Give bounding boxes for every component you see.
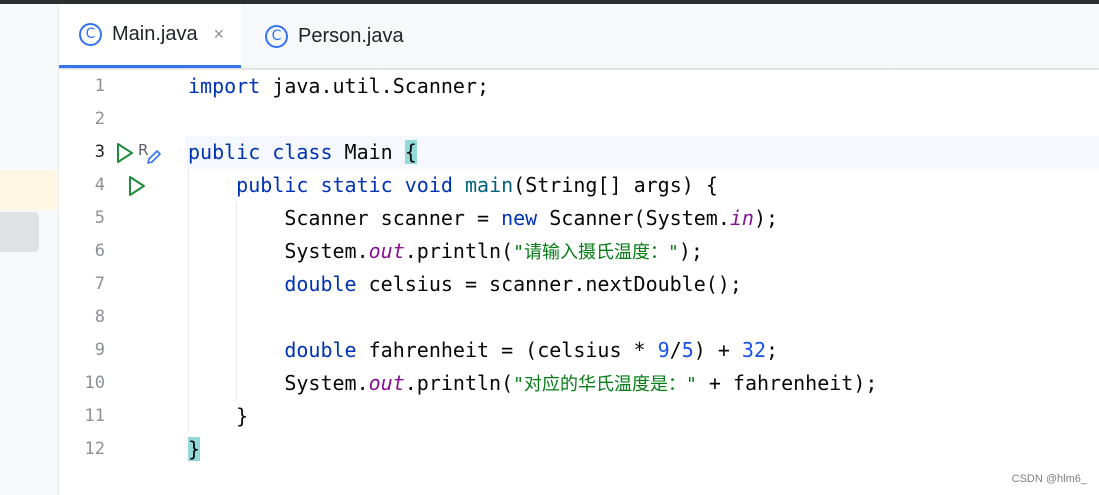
code-token: class <box>272 140 333 164</box>
code-token: / <box>669 338 682 362</box>
code-token: double <box>284 272 357 296</box>
code-line: public class Main { <box>188 136 417 169</box>
line-number: 11 <box>84 406 105 426</box>
code-token: .println( <box>404 239 514 263</box>
tab-main-java[interactable]: C Main.java × <box>59 4 241 68</box>
tab-person-java[interactable]: C Person.java <box>249 4 429 68</box>
code-token: public <box>236 173 309 197</box>
close-tab-icon[interactable]: × <box>214 24 225 45</box>
line-number: 6 <box>94 241 105 261</box>
tab-label: Person.java <box>298 24 404 47</box>
code-token: fahrenheit = (celsius * <box>356 338 658 362</box>
matched-brace: { <box>404 140 417 164</box>
code-token: java.util.Scanner; <box>260 74 490 98</box>
class-icon: C <box>265 24 288 48</box>
code-line: public static void main(String[] args) { <box>188 169 718 202</box>
line-number: 3 <box>94 142 105 162</box>
code-line: double celsius = scanner.nextDouble(); <box>188 268 742 301</box>
code-token: ); <box>753 206 779 230</box>
class-icon: C <box>79 23 102 46</box>
editor-gutter[interactable]: 1 2 3 4 5 6 7 8 9 10 11 12 R <box>59 70 185 495</box>
line-number: 5 <box>94 208 105 228</box>
line-number: 4 <box>94 175 105 195</box>
code-token: public <box>188 140 261 164</box>
code-line: System.out.println("请输入摄氏温度："); <box>188 235 703 268</box>
code-token: import <box>188 74 261 98</box>
edit-icon[interactable] <box>145 148 163 166</box>
code-token: "请输入摄氏温度：" <box>513 242 679 263</box>
code-token: out <box>368 371 405 395</box>
code-token: new <box>501 206 538 230</box>
line-number: 10 <box>84 373 105 393</box>
code-token: System. <box>188 371 369 395</box>
code-token: Scanner scanner = <box>188 206 502 230</box>
code-line: } <box>188 433 201 466</box>
code-token: out <box>368 239 405 263</box>
code-token: 9 <box>657 338 670 362</box>
code-token: } <box>188 404 249 428</box>
code-token: celsius = scanner.nextDouble(); <box>356 272 742 296</box>
code-token: Scanner(System. <box>537 206 730 230</box>
project-tool-window-strip <box>0 4 59 495</box>
code-token: + fahrenheit); <box>696 371 878 395</box>
code-line: double fahrenheit = (celsius * 9/5) + 32… <box>188 334 778 367</box>
line-number: 9 <box>94 340 105 360</box>
code-token: main <box>464 173 514 197</box>
run-icon[interactable] <box>127 175 147 197</box>
line-number: 2 <box>94 109 105 129</box>
code-token: 5 <box>681 338 694 362</box>
line-number: 1 <box>94 76 105 96</box>
code-editor[interactable]: import java.util.Scanner; public class M… <box>188 70 1088 495</box>
code-token: double <box>284 338 357 362</box>
code-token: System. <box>188 239 369 263</box>
code-token: ); <box>678 239 703 263</box>
code-line: } <box>188 400 248 433</box>
tool-window-selection[interactable] <box>0 212 39 252</box>
code-token: "对应的华氏温度是：" <box>513 374 697 395</box>
code-line: System.out.println("对应的华氏温度是：" + fahrenh… <box>188 367 877 400</box>
code-token: ) + <box>693 338 742 362</box>
matched-brace: } <box>188 437 201 461</box>
code-token: 32 <box>741 338 767 362</box>
code-token: (String[] args) { <box>513 173 718 197</box>
watermark: CSDN @hlm6_ <box>1011 473 1087 485</box>
run-icon[interactable] <box>115 142 135 164</box>
code-token: static <box>320 173 393 197</box>
code-token: ; <box>766 338 779 362</box>
line-number: 12 <box>84 439 105 459</box>
tool-window-highlight <box>0 170 57 210</box>
code-line: import java.util.Scanner; <box>188 70 489 103</box>
code-token: void <box>404 173 453 197</box>
tab-label: Main.java <box>112 23 198 45</box>
line-number: 7 <box>94 274 105 294</box>
code-line: Scanner scanner = new Scanner(System.in)… <box>188 202 778 235</box>
code-token: in <box>729 206 754 230</box>
code-token: Main <box>332 140 405 164</box>
editor-tab-bar: C Main.java × C Person.java <box>59 4 1099 69</box>
line-number: 8 <box>94 307 105 327</box>
code-token: .println( <box>404 371 514 395</box>
